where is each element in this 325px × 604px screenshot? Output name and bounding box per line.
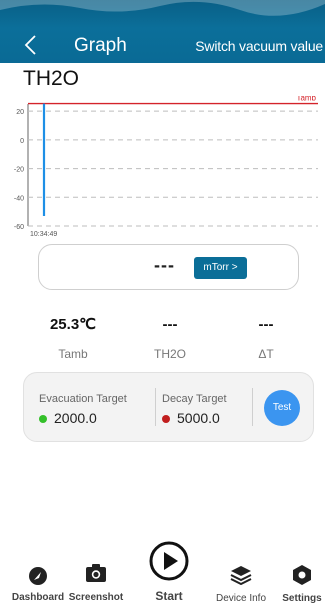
header-wave-decoration xyxy=(0,0,325,16)
metric-delta-t: --- ΔT xyxy=(226,316,306,362)
evacuation-target[interactable]: 2000.0 xyxy=(39,410,97,426)
layers-icon xyxy=(230,566,252,585)
targets-card: Evacuation Target 2000.0 Decay Target 50… xyxy=(23,372,314,442)
nav-settings-label: Settings xyxy=(282,593,322,604)
nav-dashboard[interactable]: Dashboard xyxy=(10,566,66,603)
gauge-icon xyxy=(29,567,47,585)
metric-tamb-value: 25.3℃ xyxy=(49,316,97,333)
th2o-line-chart: 20 0 -20 -40 -60 10:34:49 Tamb xyxy=(14,96,318,238)
nav-screenshot[interactable]: Screenshot xyxy=(67,563,125,603)
metric-tamb: 25.3℃ Tamb xyxy=(33,316,113,362)
green-dot-icon xyxy=(39,415,47,423)
red-dot-icon xyxy=(162,415,170,423)
y-tick-label: -40 xyxy=(14,195,24,202)
reference-line-label: Tamb xyxy=(296,96,316,103)
evacuation-target-label: Evacuation Target xyxy=(39,393,127,405)
camera-icon xyxy=(86,564,106,582)
metric-th2o-label: TH2O xyxy=(153,347,186,361)
vacuum-value: --- xyxy=(154,255,175,275)
test-button[interactable]: Test xyxy=(264,390,300,426)
y-tick-label: -20 xyxy=(14,167,24,174)
x-tick-label: 10:34:49 xyxy=(30,231,57,238)
metric-th2o: --- TH2O xyxy=(130,316,210,362)
nav-settings[interactable]: Settings xyxy=(280,564,324,604)
evacuation-target-value: 2000.0 xyxy=(54,410,97,426)
header-title: Graph xyxy=(74,35,127,56)
nav-device-info[interactable]: Device Info xyxy=(212,565,270,604)
settings-hexagon-icon xyxy=(293,565,311,585)
vacuum-readout: --- mTorr > xyxy=(38,244,299,290)
divider xyxy=(252,388,253,426)
y-tick-label: 0 xyxy=(20,138,24,145)
nav-start-label: Start xyxy=(155,589,183,603)
metric-tamb-label: Tamb xyxy=(58,347,88,361)
metric-delta-t-label: ΔT xyxy=(258,347,274,361)
metric-delta-t-value: --- xyxy=(258,316,274,333)
play-icon xyxy=(149,541,189,581)
unit-select-button[interactable]: mTorr > xyxy=(194,257,247,279)
nav-device-info-label: Device Info xyxy=(215,593,267,604)
divider xyxy=(155,388,156,426)
y-tick-label: -60 xyxy=(14,224,24,231)
decay-target-value: 5000.0 xyxy=(177,410,220,426)
metric-th2o-value: --- xyxy=(162,316,178,333)
switch-vacuum-value-button[interactable]: Switch vacuum value xyxy=(195,37,323,55)
decay-target[interactable]: 5000.0 xyxy=(162,410,220,426)
y-tick-label: 20 xyxy=(16,109,24,116)
nav-dashboard-label: Dashboard xyxy=(11,592,65,603)
nav-screenshot-label: Screenshot xyxy=(68,592,124,603)
back-arrow-icon[interactable] xyxy=(22,34,40,56)
decay-target-label: Decay Target xyxy=(162,393,227,405)
page-title: TH2O xyxy=(23,67,80,90)
app-header: Graph Switch vacuum value xyxy=(0,0,325,63)
nav-start[interactable]: Start xyxy=(144,541,194,603)
